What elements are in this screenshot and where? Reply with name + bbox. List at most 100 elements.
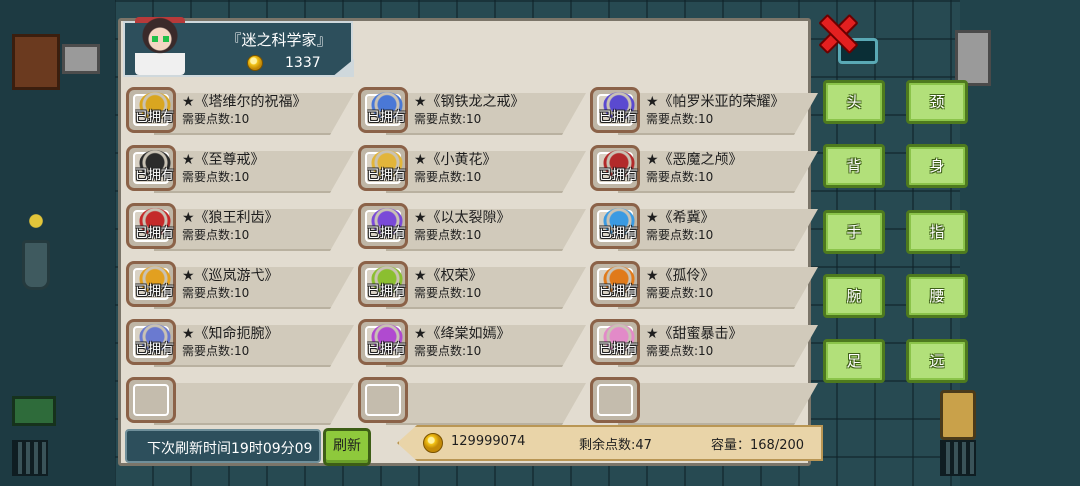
owned-label: 已拥有	[599, 284, 639, 299]
category-button[interactable]: 指	[906, 210, 968, 254]
item-name: ★《甜蜜暴击》	[646, 326, 743, 342]
owned-label: 已拥有	[599, 342, 639, 357]
item-slot: 已拥有	[126, 145, 176, 191]
cabinet	[12, 34, 60, 90]
item-row	[124, 375, 818, 433]
item-slot: 已拥有	[358, 87, 408, 133]
owned-label: 已拥有	[367, 284, 407, 299]
points-remaining: 剩余点数:47	[579, 438, 652, 453]
item-name: ★《巡岚游弋》	[182, 268, 279, 284]
item-name: ★《知命扼腕》	[182, 326, 279, 342]
owned-label: 已拥有	[367, 226, 407, 241]
shop-item[interactable]: 已拥有 ★《孤伶》需要点数:10	[588, 259, 818, 309]
item-slot: 已拥有	[590, 87, 640, 133]
item-cost: 需要点数:10	[646, 344, 714, 358]
empty-item-slot[interactable]	[588, 375, 818, 425]
empty-slot	[590, 377, 640, 423]
player-header: 『迷之科学家』 1337	[123, 17, 354, 77]
floor-vent	[12, 440, 48, 476]
category-button[interactable]: 腰	[906, 274, 968, 318]
gold-amount: 129999074	[451, 434, 526, 449]
shop-item[interactable]: 已拥有 ★《至尊戒》 需要点数:10	[124, 143, 354, 193]
item-row: 已拥有 ★《至尊戒》 需要点数:10 已拥有 ★《小黄花》 需要点数:10 已拥有 ★《恶魔之…	[124, 143, 818, 201]
floor-vent	[940, 440, 976, 476]
refresh-time-text: 下次刷新时间19时09分09	[147, 441, 313, 457]
player-coins: 1337	[285, 55, 321, 71]
shop-item[interactable]: 已拥有 ★《权荣》需要点数:10	[356, 259, 586, 309]
item-name: ★《绛棠如嫣》	[414, 326, 511, 342]
shop-item[interactable]: 已拥有 ★《绛棠如嫣》 需要点数:10	[356, 317, 586, 367]
item-row: 已拥有 ★《狼王利齿》 需要点数:10 已拥有 ★《以太裂隙》 需要点数:10 已拥有 ★《希…	[124, 201, 818, 259]
refresh-timer: 下次刷新时间19时09分09	[125, 429, 321, 463]
player-avatar	[135, 17, 185, 75]
category-button[interactable]: 手	[823, 210, 885, 254]
refresh-button[interactable]: 刷新	[323, 428, 371, 466]
shop-item[interactable]: 已拥有 ★《钢铁龙之戒》 需要点数:10	[356, 85, 586, 135]
item-name: ★《小黄花》	[414, 152, 497, 168]
item-slot: 已拥有	[358, 261, 408, 307]
item-cost: 需要点数:10	[414, 228, 482, 242]
owned-label: 已拥有	[135, 284, 175, 299]
shop-item[interactable]: 已拥有 ★《恶魔之颅》 需要点数:10	[588, 143, 818, 193]
owned-label: 已拥有	[367, 168, 407, 183]
category-button[interactable]: 远	[906, 339, 968, 383]
owned-label: 已拥有	[599, 226, 639, 241]
owned-label: 已拥有	[599, 110, 639, 125]
shop-item[interactable]: 已拥有 ★《塔维尔的祝福》 需要点数:10	[124, 85, 354, 135]
item-slot: 已拥有	[590, 261, 640, 307]
shop-item[interactable]: 已拥有 ★《甜蜜暴击》 需要点数:10	[588, 317, 818, 367]
item-slot: 已拥有	[358, 203, 408, 249]
item-cost: 需要点数:10	[414, 286, 482, 300]
locker	[955, 30, 991, 86]
close-icon[interactable]	[818, 14, 854, 50]
item-name: ★《塔维尔的祝福》	[182, 94, 307, 110]
category-button[interactable]: 足	[823, 339, 885, 383]
shop-item[interactable]: 已拥有 ★《帕罗米亚的荣耀》 需要点数:10	[588, 85, 818, 135]
item-row: 已拥有 ★《巡岚游弋》 需要点数:10 已拥有 ★《权荣》 需要点数:10 已拥有 ★《孤伶》…	[124, 259, 818, 317]
category-button[interactable]: 腕	[823, 274, 885, 318]
empty-item-slot[interactable]	[356, 375, 586, 425]
owned-label: 已拥有	[135, 168, 175, 183]
item-slot: 已拥有	[358, 319, 408, 365]
item-cost: 需要点数:10	[182, 286, 250, 300]
shop-item[interactable]: 已拥有 ★《希冀》 需要点数:10	[588, 201, 818, 251]
circuit-board	[12, 396, 56, 426]
shop-item[interactable]: 已拥有 ★《以太裂隙》 需要点数:10	[356, 201, 586, 251]
gold-coin-icon	[423, 433, 443, 453]
item-name: ★《恶魔之颅》	[646, 152, 743, 168]
shop-item[interactable]: 已拥有 ★《知命扼腕》 需要点数:10	[124, 317, 354, 367]
vase	[22, 240, 50, 290]
owned-label: 已拥有	[135, 342, 175, 357]
item-cost: 需要点数:10	[182, 228, 250, 242]
shop-item[interactable]: 已拥有 ★《狼王利齿》 需要点数:10	[124, 201, 354, 251]
item-slot: 已拥有	[590, 319, 640, 365]
category-button[interactable]: 背	[823, 144, 885, 188]
item-cost: 需要点数:10	[414, 344, 482, 358]
capacity: 容量：168/200	[711, 438, 805, 453]
item-cost: 需要点数:10	[182, 112, 250, 126]
item-name: ★《至尊戒》	[182, 152, 265, 168]
empty-item-slot[interactable]	[124, 375, 354, 425]
category-button[interactable]: 身	[906, 144, 968, 188]
crate	[62, 44, 100, 74]
item-row: 已拥有 ★《知命扼腕》 需要点数:10 已拥有 ★《绛棠如嫣》 需要点数:10 已拥有 ★《甜…	[124, 317, 818, 375]
item-name: ★《权荣》	[414, 268, 483, 284]
item-name: ★《孤伶》	[646, 268, 715, 284]
item-name: ★《希冀》	[646, 210, 715, 226]
item-slot: 已拥有	[126, 319, 176, 365]
owned-label: 已拥有	[599, 168, 639, 183]
item-slot: 已拥有	[126, 261, 176, 307]
item-slot: 已拥有	[126, 87, 176, 133]
item-cost: 需要点数:10	[646, 112, 714, 126]
empty-slot	[126, 377, 176, 423]
shop-item[interactable]: 已拥有 ★《小黄花》 需要点数:10	[356, 143, 586, 193]
category-button[interactable]: 颈	[906, 80, 968, 124]
item-slot: 已拥有	[590, 203, 640, 249]
item-cost: 需要点数:10	[646, 286, 714, 300]
shop-item[interactable]: 已拥有 ★《巡岚游弋》 需要点数:10	[124, 259, 354, 309]
ring-shop-panel: 『迷之科学家』 1337 已拥有 ★《塔维尔的祝福》 需要点数:10 已拥有 ★《钢铁龙…	[118, 17, 823, 466]
category-button[interactable]: 头	[823, 80, 885, 124]
coin-icon	[247, 55, 263, 71]
empty-slot	[358, 377, 408, 423]
item-slot: 已拥有	[590, 145, 640, 191]
